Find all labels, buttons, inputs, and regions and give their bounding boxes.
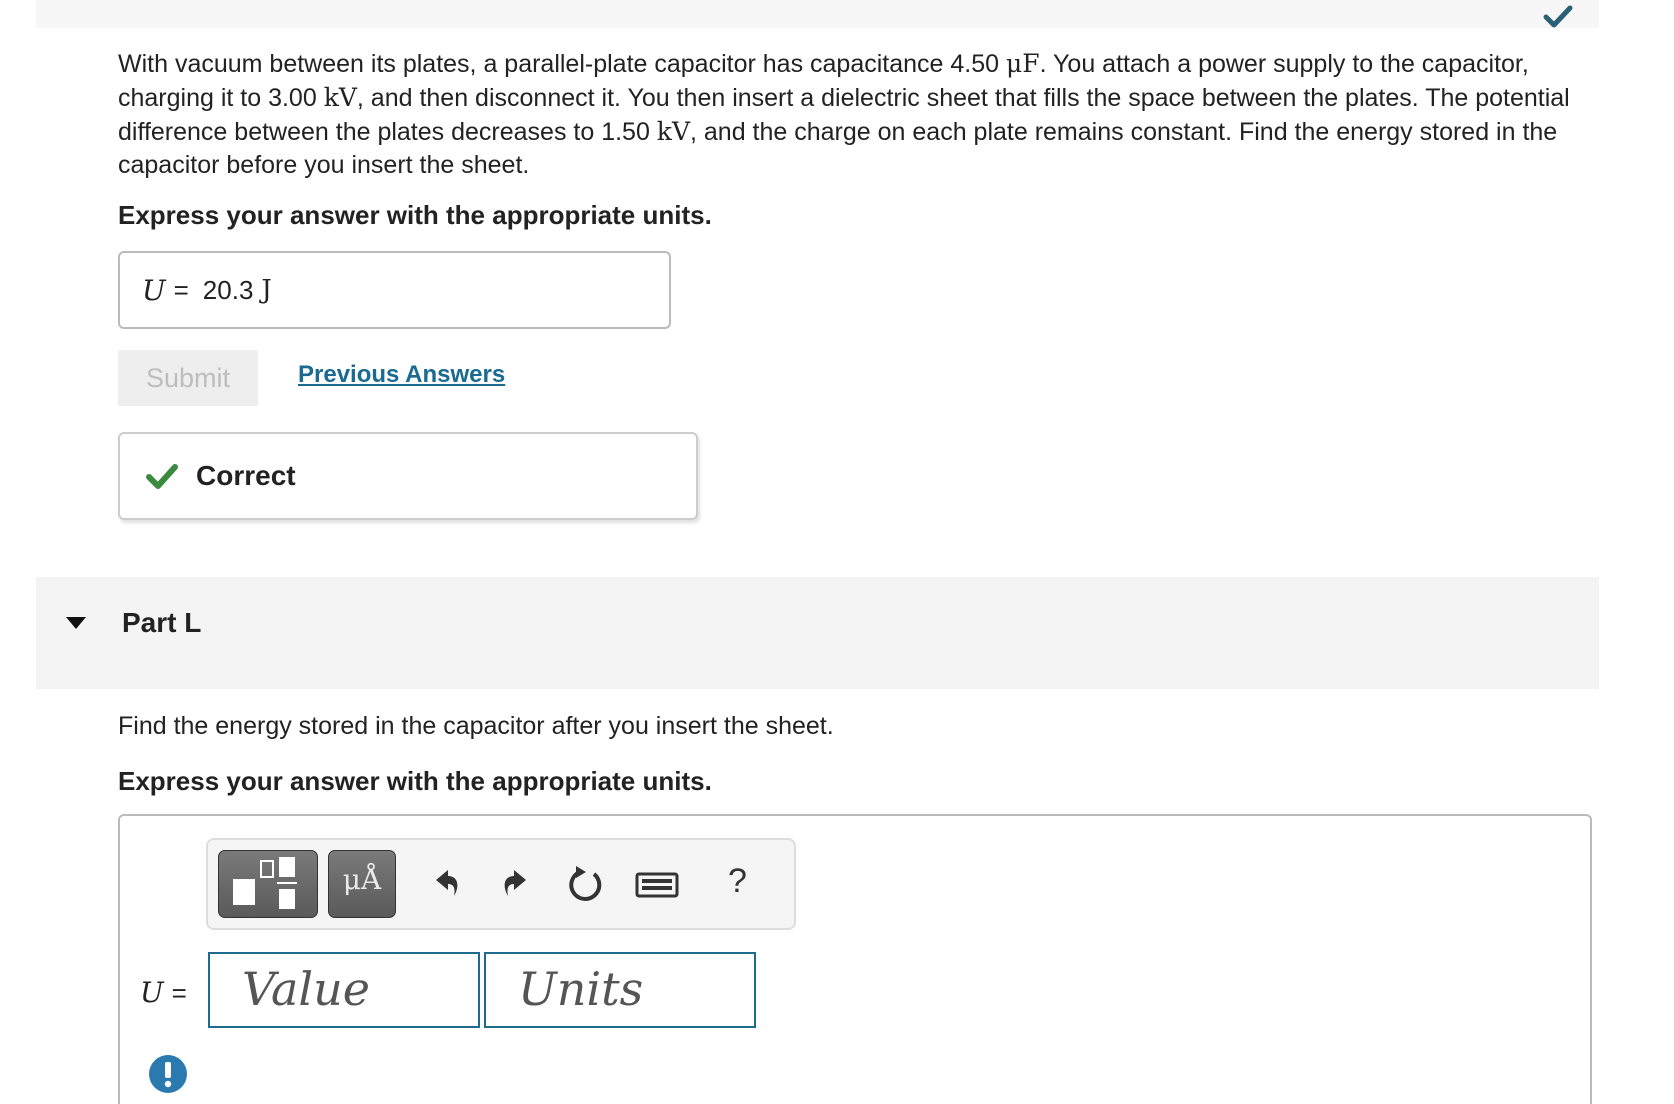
part-title: Part L [122, 607, 202, 638]
answer-unit: J [261, 275, 272, 305]
unit-kilovolt: kV [656, 117, 690, 146]
submitted-answer-box: U = 20.3 J [118, 251, 671, 329]
completed-check-icon [1543, 5, 1573, 28]
equals-sign: = [173, 274, 189, 305]
feedback-text: Correct [196, 460, 296, 491]
redo-icon[interactable] [496, 864, 536, 904]
previous-part-bar [36, 0, 1599, 28]
part-l-instruction: Express your answer with the appropriate… [118, 766, 712, 796]
answer-instruction: Express your answer with the appropriate… [118, 200, 712, 230]
answer-value: 20.3 [202, 274, 254, 305]
correct-check-icon [146, 464, 178, 489]
math-toolbar: μÅ ? [206, 838, 796, 930]
part-l-header[interactable]: Part L [36, 577, 1599, 689]
input-label: U = [140, 976, 187, 1009]
unit-capacitance: μF [1006, 49, 1040, 78]
caret-down-icon[interactable] [64, 615, 88, 631]
reset-icon[interactable] [566, 864, 606, 904]
alert-icon [149, 1055, 187, 1093]
templates-button[interactable] [218, 850, 318, 918]
units-input[interactable]: Units [484, 952, 756, 1028]
answer-variable: U [142, 273, 166, 307]
problem-statement: With vacuum between its plates, a parall… [118, 49, 1570, 179]
previous-answers-link[interactable]: Previous Answers [298, 361, 505, 389]
help-icon[interactable]: ? [728, 862, 747, 901]
symbols-button[interactable]: μÅ [328, 850, 396, 918]
keyboard-icon[interactable] [634, 864, 680, 904]
unit-kilovolt: kV [323, 83, 357, 112]
templates-icon [233, 857, 297, 909]
undo-icon[interactable] [426, 864, 466, 904]
submit-button[interactable]: Submit [118, 350, 258, 406]
answer-workarea: μÅ ? U = Value Units [118, 814, 1592, 1104]
part-l-question: Find the energy stored in the capacitor … [118, 712, 834, 740]
feedback-box: Correct [118, 432, 698, 520]
value-input[interactable]: Value [208, 952, 480, 1028]
symbols-icon: μÅ [342, 863, 382, 896]
